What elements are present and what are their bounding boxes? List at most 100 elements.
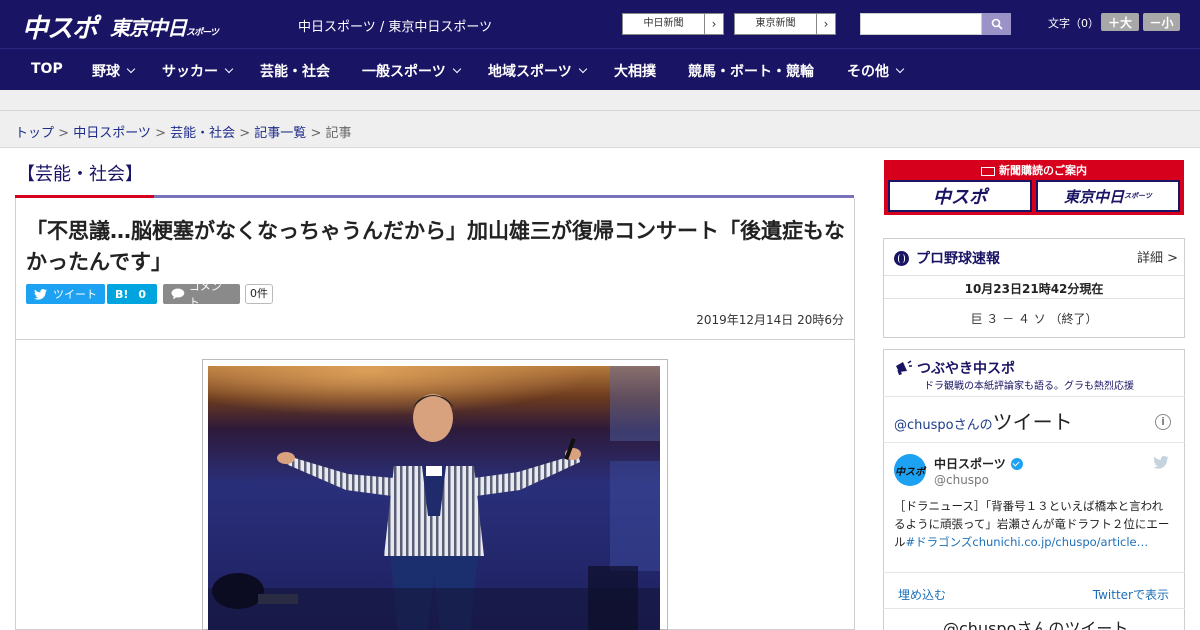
site-links: 中日スポーツ / 東京中日スポーツ xyxy=(298,16,492,35)
breadcrumb-sep: > xyxy=(54,126,74,141)
tweet-account-name[interactable]: 中日スポーツ xyxy=(934,455,1023,472)
tweet-account-handle[interactable]: @chuspo xyxy=(934,473,989,487)
tsubuyaki-subtitle: ドラ観戦の本紙評論家も語る。グラも熱烈応援 xyxy=(924,381,1134,392)
tokyo-logo-sub: スポーツ xyxy=(186,28,219,38)
chevron-down-icon xyxy=(895,64,905,74)
baseball-divider xyxy=(884,298,1184,299)
view-on-twitter-link[interactable]: Twitterで表示 xyxy=(1093,586,1169,603)
nav-label: 芸能・社会 xyxy=(260,64,330,80)
subscribe-chuspo-button[interactable]: 中スポ xyxy=(888,180,1032,212)
font-size-label: 文字（0） xyxy=(1048,17,1099,30)
nav-label: 地域スポーツ xyxy=(488,64,572,80)
hatena-count: 0 xyxy=(138,287,147,301)
avatar[interactable]: 中スポ xyxy=(894,454,926,486)
breadcrumb-trail: トップ > 中日スポーツ > 芸能・社会 > 記事一覧 > 記事 xyxy=(15,122,352,141)
breadcrumb-entertainment[interactable]: 芸能・社会 xyxy=(170,126,235,141)
tweet-button[interactable]: ツイート xyxy=(26,284,105,304)
main-nav: TOP 野球 サッカー 芸能・社会 一般スポーツ 地域スポーツ 大相撲 競馬・ボ… xyxy=(0,48,1200,90)
font-larger-button[interactable]: ＋大 xyxy=(1101,13,1139,31)
spacer-strip xyxy=(0,90,1200,110)
verified-check xyxy=(1012,458,1020,467)
breadcrumb-sep: > xyxy=(235,126,255,141)
breadcrumb-sep: > xyxy=(150,126,171,141)
article-photo[interactable] xyxy=(208,366,660,630)
chevron-down-icon xyxy=(126,64,136,74)
top-header: 中スポ 東京中日スポーツ 中日スポーツ / 東京中日スポーツ 中日新聞 › 東京… xyxy=(0,0,1200,48)
chunichi-shimbun-label: 中日新聞 xyxy=(623,14,705,34)
site-link-separator: / xyxy=(375,20,389,35)
tsubuyaki-title: つぶやき中スポ xyxy=(894,358,1015,378)
subscription-banner[interactable]: 新聞購読のご案内 中スポ 東京中日 スポーツ xyxy=(884,160,1184,215)
concert-photo-illustration xyxy=(208,366,660,630)
article-headline: 「不思議…脳梗塞がなくなっちゃうんだから」加山雄三が復帰コンサート「後遺症もなか… xyxy=(26,219,845,274)
search-button[interactable] xyxy=(982,13,1011,35)
chevron-down-icon xyxy=(224,64,234,74)
subscribe-tokyo-label: 東京中日 xyxy=(1064,187,1125,206)
breadcrumb: トップ > 中日スポーツ > 芸能・社会 > 記事一覧 > 記事 xyxy=(0,110,1200,148)
breadcrumb-article-list[interactable]: 記事一覧 xyxy=(254,126,306,141)
search-input[interactable] xyxy=(860,13,982,35)
nav-entertainment[interactable]: 芸能・社会 xyxy=(260,61,330,81)
tweet-divider xyxy=(883,608,1185,609)
info-icon[interactable]: i xyxy=(1155,414,1171,430)
tokyo-chunichi-sports-link[interactable]: 東京中日スポーツ xyxy=(388,20,492,35)
tweet-divider xyxy=(883,442,1185,443)
nav-label: TOP xyxy=(31,61,63,77)
tokyo-logo-text: 東京中日 xyxy=(110,16,187,40)
breadcrumb-top[interactable]: トップ xyxy=(15,126,54,141)
baseball-divider xyxy=(884,275,1184,276)
chevron-down-icon xyxy=(452,64,461,74)
chunichi-shimbun-button[interactable]: 中日新聞 › xyxy=(622,13,724,35)
baseball-timestamp: 10月23日21時42分現在 xyxy=(964,282,1104,296)
twitter-bird-icon xyxy=(1153,456,1169,469)
article-category[interactable]: 【芸能・社会】 xyxy=(17,160,143,186)
baseball-title-text: プロ野球速報 xyxy=(916,251,1000,267)
nav-label: 野球 xyxy=(92,64,120,80)
tokyo-shimbun-label: 東京新聞 xyxy=(735,14,817,34)
nav-label: 大相撲 xyxy=(614,64,656,80)
chevron-right-icon: › xyxy=(711,17,717,31)
subscribe-tokyo-sub: スポーツ xyxy=(1124,192,1152,200)
chevron-down-icon xyxy=(578,64,587,74)
breadcrumb-sep: > xyxy=(306,126,326,141)
nav-sumo[interactable]: 大相撲 xyxy=(614,61,656,81)
tweet-link[interactable]: chunichi.co.jp/chuspo/article… xyxy=(972,535,1148,549)
twitter-timeline-header[interactable]: @chuspoさんのツイート xyxy=(894,406,1073,435)
twitter-footer-title[interactable]: @chuspoさんのツイート xyxy=(943,615,1128,630)
nav-general-sports[interactable]: 一般スポーツ xyxy=(362,61,461,81)
tweet-hashtag[interactable]: #ドラゴンズ xyxy=(906,535,973,549)
baseball-icon xyxy=(894,250,909,266)
article-date: 2019年12月14日 20時6分 xyxy=(696,313,844,327)
nav-racing[interactable]: 競馬・ボート・競輪 xyxy=(688,61,814,81)
tweet-divider xyxy=(883,572,1185,573)
twitter-timeline: @chuspoさんのツイート i 中スポ 中日スポーツ @chuspo ［ドラニ… xyxy=(883,396,1185,630)
nav-other[interactable]: その他 xyxy=(847,61,905,81)
font-smaller-button[interactable]: －小 xyxy=(1143,13,1180,31)
embed-link[interactable]: 埋め込む xyxy=(898,586,946,603)
baseball-stitch xyxy=(898,253,905,263)
comment-button[interactable]: コメント xyxy=(163,280,240,309)
baseball-detail-link[interactable]: 詳細 > xyxy=(1137,247,1178,266)
subscription-title-text: 新聞購読のご案内 xyxy=(999,164,1087,177)
hatena-bookmark-button[interactable]: B! 0 xyxy=(107,284,157,304)
tokyo-chunichi-logo[interactable]: 東京中日スポーツ xyxy=(110,12,219,41)
nav-local-sports[interactable]: 地域スポーツ xyxy=(488,61,587,81)
baseball-score-widget: プロ野球速報 詳細 > 10月23日21時42分現在 巨 ３ － ４ ソ （終了… xyxy=(883,238,1185,338)
chunichi-sports-link[interactable]: 中日スポーツ xyxy=(298,20,376,35)
twitter-bird-icon xyxy=(34,288,47,300)
hatena-b-icon: B! xyxy=(115,287,129,301)
speech-bubble-icon xyxy=(171,288,185,300)
baseball-score[interactable]: 巨 ３ － ４ ソ （終了） xyxy=(884,310,1184,327)
breadcrumb-chunichi-sports[interactable]: 中日スポーツ xyxy=(73,126,151,141)
tokyo-shimbun-button[interactable]: 東京新聞 › xyxy=(734,13,836,35)
baseball-widget-title: プロ野球速報 xyxy=(894,248,1000,268)
nav-soccer[interactable]: サッカー xyxy=(162,61,234,81)
nav-baseball[interactable]: 野球 xyxy=(92,61,136,81)
nav-label: サッカー xyxy=(162,64,218,80)
subscription-title: 新聞購読のご案内 xyxy=(884,162,1184,178)
nav-top[interactable]: TOP xyxy=(31,61,63,77)
newspaper-icon xyxy=(981,166,995,176)
twitter-header-suffix: ツイート xyxy=(992,410,1073,434)
chuspo-logo[interactable]: 中スポ xyxy=(22,8,98,45)
subscribe-tokyo-chunichi-button[interactable]: 東京中日 スポーツ xyxy=(1036,180,1180,212)
